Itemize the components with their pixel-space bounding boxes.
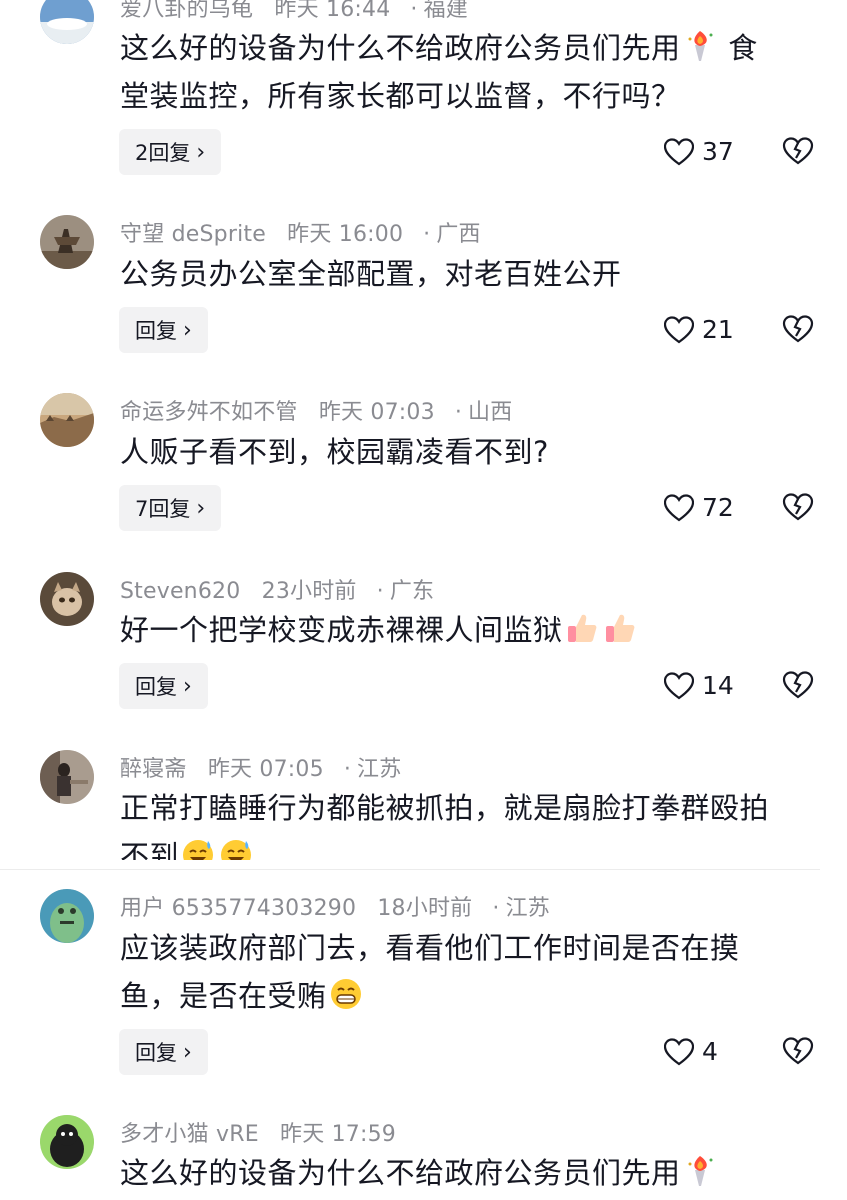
comment-text: 应该装政府部门去，看看他们工作时间是否在摸 鱼，是否在受贿 xyxy=(120,924,820,1020)
comment-text: 这么好的设备为什么不给政府公务员们先用 xyxy=(120,1149,820,1197)
comment-text: 正常打瞌睡行为都能被抓拍，就是扇脸打拳群殴拍 不到 xyxy=(120,784,820,860)
torch-emoji xyxy=(683,1154,717,1188)
dislike-button[interactable] xyxy=(782,1036,814,1066)
timestamp: 18小时前 xyxy=(377,896,473,921)
separator-dot: · xyxy=(343,757,352,782)
username[interactable]: 多才小猫 vRE xyxy=(120,1122,259,1147)
username[interactable]: 用户 6535774303290 xyxy=(120,896,356,921)
comment-meta: 用户 6535774303290 18小时前 · 江苏 xyxy=(120,890,550,922)
comment-item: 醉寝斋 昨天 07:05 · 江苏 正常打瞌睡行为都能被抓拍，就是扇脸打拳群殴拍 不… xyxy=(0,0,847,860)
avatar[interactable] xyxy=(40,750,94,804)
sweat-smile-emoji xyxy=(181,837,215,860)
like-button[interactable]: 4 xyxy=(664,1037,718,1066)
location: 江苏 xyxy=(505,896,550,921)
comment-line: 鱼，是否在受贿 xyxy=(120,979,327,1013)
reply-button[interactable]: 回复 › xyxy=(119,1029,208,1075)
timestamp: 昨天 07:05 xyxy=(207,757,324,782)
grin-emoji xyxy=(329,977,363,1011)
comment-line: 正常打瞌睡行为都能被抓拍，就是扇脸打拳群殴拍 xyxy=(120,791,770,825)
location: 江苏 xyxy=(357,757,402,782)
reply-label: 回复 xyxy=(135,1041,177,1065)
comment-line: 不到 xyxy=(120,839,180,860)
username[interactable]: 醉寝斋 xyxy=(120,757,187,782)
comment-line: 应该装政府部门去，看看他们工作时间是否在摸 xyxy=(120,931,740,965)
comment-meta: 多才小猫 vRE 昨天 17:59 xyxy=(120,1116,396,1148)
broken-heart-icon xyxy=(782,1036,814,1066)
comment-line: 这么好的设备为什么不给政府公务员们先用 xyxy=(120,1156,681,1190)
avatar[interactable] xyxy=(40,1115,94,1169)
sweat-smile-emoji xyxy=(219,837,253,860)
separator-dot: · xyxy=(492,896,500,921)
timestamp: 昨天 17:59 xyxy=(280,1122,397,1147)
chevron-right-icon: › xyxy=(183,1039,192,1065)
heart-outline-icon xyxy=(664,1037,694,1066)
like-count: 4 xyxy=(702,1037,718,1066)
comment-meta: 醉寝斋 昨天 07:05 · 江苏 xyxy=(120,751,401,783)
screenshot-seam xyxy=(0,869,820,870)
avatar[interactable] xyxy=(40,889,94,943)
